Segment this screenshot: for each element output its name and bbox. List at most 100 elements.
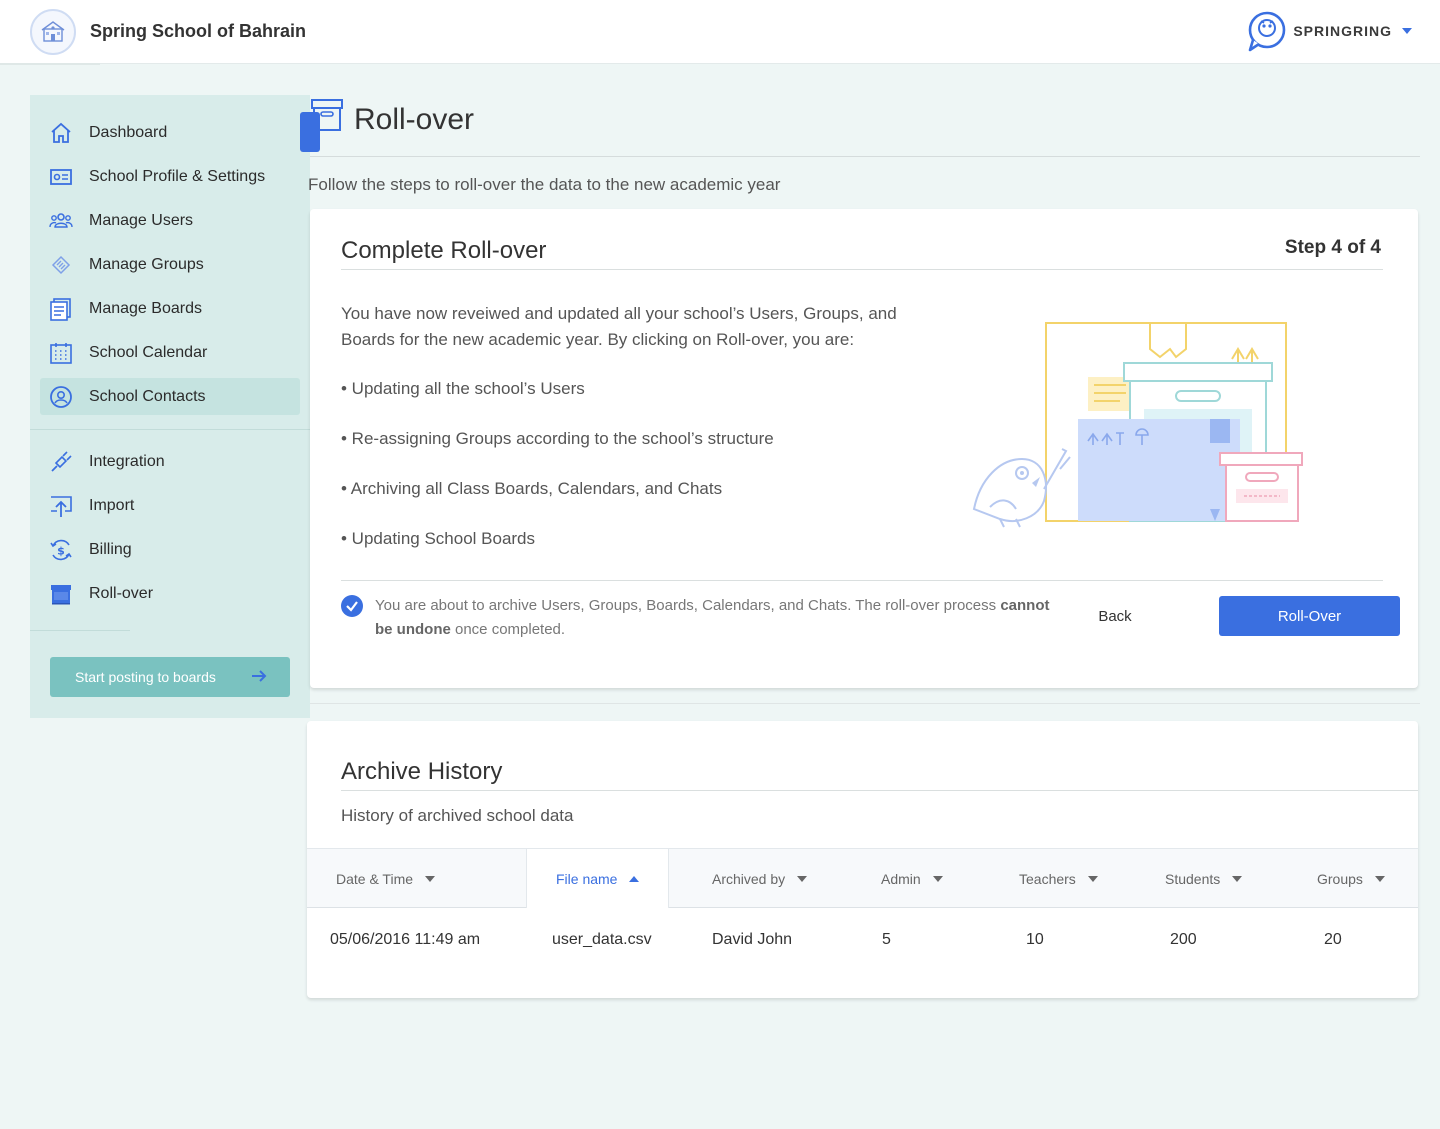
warning-text: You are about to archive Users, Groups, … — [375, 594, 1055, 642]
sidebar-item-dashboard[interactable]: Dashboard — [40, 114, 300, 151]
cell-teachers: 10 — [1026, 931, 1044, 948]
sidebar-item-manage-users[interactable]: Manage Users — [40, 202, 300, 239]
sort-down-icon — [425, 875, 436, 882]
page-title: Roll-over — [354, 103, 475, 136]
archive-title: Archive History — [341, 758, 503, 785]
brand-menu[interactable]: SPRINGRING — [1247, 10, 1412, 52]
sort-down-icon — [797, 875, 808, 882]
column-header-teachers[interactable]: Teachers — [1019, 849, 1098, 908]
archive-history-card: Archive History History of archived scho… — [307, 721, 1418, 998]
arrow-right-icon — [252, 670, 267, 682]
column-header-date-time[interactable]: Date & Time — [336, 849, 436, 908]
column-label: Groups — [1317, 870, 1363, 887]
sidebar-item-import[interactable]: Import — [40, 487, 300, 524]
bullet-item: • Updating School Boards — [341, 529, 536, 548]
sidebar-item-school-calendar[interactable]: School Calendar — [40, 334, 300, 371]
chevron-down-icon — [1402, 28, 1412, 34]
column-header-file-name[interactable]: File name — [526, 849, 669, 908]
sidebar-item-label: Integration — [89, 452, 165, 470]
sidebar-item-manage-groups[interactable]: Manage Groups — [40, 246, 300, 283]
home-icon — [48, 120, 74, 146]
sidebar-item-label: Roll-over — [89, 584, 154, 602]
sidebar-item-label: Import — [89, 496, 135, 514]
cell-admin: 5 — [882, 931, 891, 948]
svg-text:$: $ — [57, 544, 65, 557]
boxes-owl-illustration — [972, 322, 1303, 528]
sidebar-item-label: School Contacts — [89, 387, 206, 405]
sidebar-item-label: Billing — [89, 540, 132, 558]
sidebar-divider — [30, 630, 130, 631]
sidebar-item-label: School Calendar — [89, 343, 208, 361]
column-label: File name — [556, 870, 618, 887]
contacts-icon — [48, 384, 74, 410]
sidebar-item-label: Manage Boards — [89, 299, 202, 317]
springring-logo-icon — [1249, 11, 1286, 52]
column-label: Teachers — [1019, 870, 1076, 887]
groups-icon — [48, 252, 74, 278]
sidebar-item-label: Dashboard — [89, 123, 168, 141]
table-header: Date & Time File name Archived by Admin … — [307, 848, 1418, 908]
card-divider — [341, 580, 1383, 581]
warning-pre: You are about to archive Users, Groups, … — [375, 597, 1001, 614]
card-divider — [341, 269, 1383, 270]
sidebar-item-school-contacts[interactable]: School Contacts — [40, 378, 300, 415]
sidebar-item-billing[interactable]: $ Billing — [40, 531, 300, 568]
column-header-archived-by[interactable]: Archived by — [712, 849, 808, 908]
section-divider — [310, 703, 1420, 704]
column-header-students[interactable]: Students — [1165, 849, 1243, 908]
card-title: Complete Roll-over — [341, 237, 547, 264]
top-bar: Spring School of Bahrain SPRINGRING — [0, 0, 1440, 65]
calendar-icon — [48, 340, 74, 366]
import-icon — [48, 493, 74, 519]
cell-groups: 20 — [1324, 931, 1342, 948]
sidebar-item-integration[interactable]: Integration — [40, 443, 300, 480]
column-header-admin[interactable]: Admin — [881, 849, 943, 908]
sidebar-item-label: Manage Users — [89, 211, 194, 229]
sort-up-icon — [629, 875, 640, 882]
checkmark-icon — [346, 601, 358, 612]
warning-post: once completed. — [450, 621, 566, 638]
archive-subtitle: History of archived school data — [341, 806, 574, 825]
sidebar-item-roll-over[interactable]: Roll-over — [40, 575, 300, 612]
cell-archived-by: David John — [712, 931, 793, 948]
start-posting-button[interactable]: Start posting to boards — [50, 657, 290, 697]
bullet-item: • Updating all the school’s Users — [341, 379, 585, 398]
bullet-item: • Archiving all Class Boards, Calendars,… — [341, 479, 723, 498]
school-name: Spring School of Bahrain — [90, 21, 307, 41]
cell-students: 200 — [1170, 931, 1197, 948]
brand-name: SPRINGRING — [1293, 23, 1392, 39]
sort-down-icon — [1087, 875, 1098, 882]
sidebar-item-manage-boards[interactable]: Manage Boards — [40, 290, 300, 327]
step-indicator: Step 4 of 4 — [1284, 237, 1381, 258]
rollover-button[interactable]: Roll-Over — [1219, 596, 1400, 636]
sort-down-icon — [1374, 875, 1385, 882]
start-posting-label: Start posting to boards — [75, 669, 216, 685]
sort-down-icon — [932, 875, 943, 882]
bullet-item: • Re-assigning Groups according to the s… — [341, 429, 774, 448]
card-divider — [341, 790, 1418, 791]
column-label: Date & Time — [336, 870, 414, 887]
rollover-icon — [48, 581, 74, 607]
sidebar-item-school-profile[interactable]: School Profile & Settings — [40, 158, 300, 195]
confirm-checkbox[interactable] — [341, 595, 363, 617]
column-header-groups[interactable]: Groups — [1317, 849, 1385, 908]
column-label: Admin — [881, 870, 921, 887]
title-divider — [310, 156, 1420, 157]
sidebar-item-label: School Profile & Settings — [89, 167, 266, 185]
sidebar-item-label: Manage Groups — [89, 255, 204, 273]
users-icon — [48, 208, 74, 234]
school-logo-icon[interactable] — [30, 9, 76, 55]
page-subtitle: Follow the steps to roll-over the data t… — [308, 175, 781, 194]
boards-icon — [48, 296, 74, 322]
cell-file-name: user_data.csv — [552, 931, 652, 948]
intro-text: You have now reveiwed and updated all yo… — [341, 304, 897, 349]
sidebar-divider — [30, 429, 310, 430]
rollover-page-icon — [311, 99, 343, 131]
billing-icon: $ — [48, 537, 74, 563]
id-card-icon — [48, 164, 74, 190]
cell-date-time: 05/06/2016 11:49 am — [330, 931, 481, 948]
plug-icon — [48, 449, 74, 475]
column-label: Students — [1165, 870, 1221, 887]
sort-down-icon — [1232, 875, 1243, 882]
back-button[interactable]: Back — [1075, 596, 1155, 636]
